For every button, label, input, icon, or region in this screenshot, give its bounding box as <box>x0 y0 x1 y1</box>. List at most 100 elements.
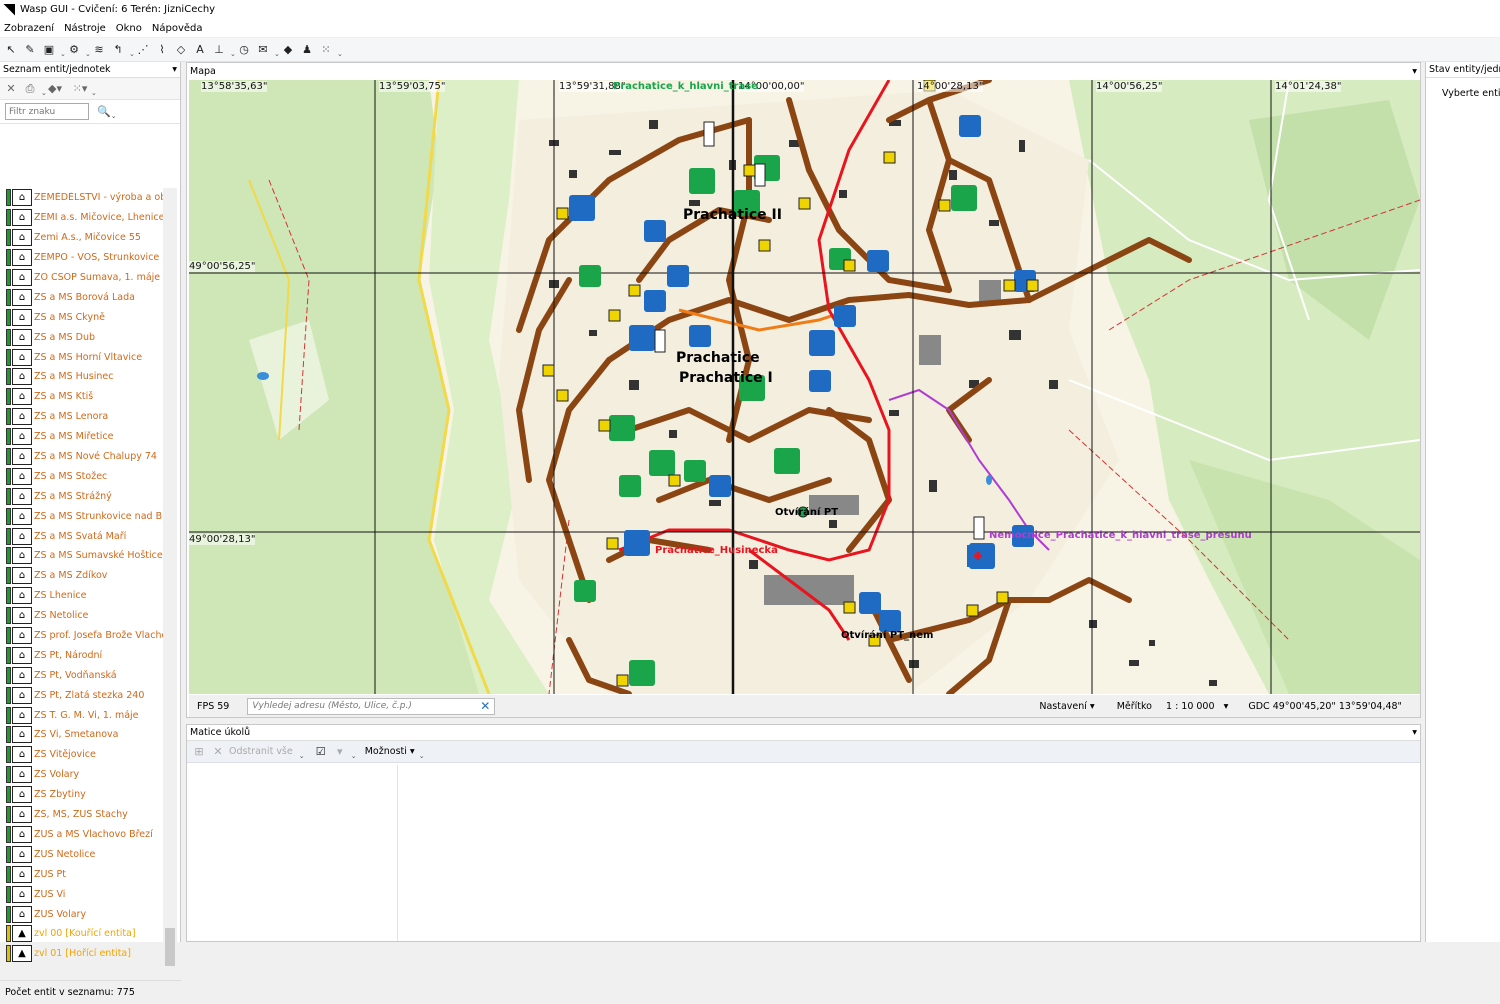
polyline-icon[interactable]: ⌇ <box>154 42 170 58</box>
scale-dropdown[interactable]: 1 : 10 000 ▾ <box>1166 701 1228 712</box>
menu-okno[interactable]: Okno <box>116 23 142 34</box>
entity-label: ZŠ a MŠ Borová Lada <box>34 291 135 303</box>
building-entity-icon: ⌂ <box>6 686 32 704</box>
entity-list-item[interactable]: ⌂ ZŠ a MŠ Horní Vltavice <box>0 347 163 367</box>
entity-list-item[interactable]: ⌂ ZŠ Pt, Vodňanská <box>0 665 163 685</box>
toolbar-overflow-icon[interactable]: ⌄ <box>337 42 343 58</box>
entity-list-item[interactable]: ⌂ ZŠ, MŠ, ZUŠ Stachy <box>0 805 163 825</box>
building-entity-icon: ⌂ <box>6 308 32 326</box>
toolbar-overflow-icon[interactable]: ⌄ <box>419 744 425 760</box>
entity-list-item[interactable]: ⌂ ZO ČSOP Šumava, 1. máje 3 <box>0 268 163 288</box>
message-icon[interactable]: ✉ <box>255 42 271 58</box>
building-entity-icon: ⌂ <box>6 905 32 923</box>
entity-list-item[interactable]: ▲ zvl 00 [Kouřící entita] <box>0 924 163 944</box>
waypoint-icon[interactable]: ◆ <box>280 42 296 58</box>
entity-list-item[interactable]: ⌂ ZUŠ Volary <box>0 904 163 924</box>
entity-list-item[interactable]: ▲ zvl 01 [Hořící entita] <box>0 944 163 964</box>
building-entity-icon: ⌂ <box>6 527 32 545</box>
entity-list-item[interactable]: ⌂ ZŠ a MŠ Lenora <box>0 407 163 427</box>
entity-list-item[interactable]: ⌂ ZŠ a MŠ Strážný <box>0 486 163 506</box>
measure-icon[interactable]: ⊥ <box>211 42 227 58</box>
entity-list-item[interactable]: ⌂ ZEMPO - VOS, Strunkovice n <box>0 248 163 268</box>
entity-list-item[interactable]: ⌂ ZŠ a MŠ Svatá Maří <box>0 526 163 546</box>
edit-tool-icon[interactable]: ✎ <box>22 42 38 58</box>
close-icon[interactable]: ✕ <box>210 744 226 760</box>
entity-list-item[interactable]: ⌂ ZŠ Pt, Národní <box>0 645 163 665</box>
entity-label: ZŠ Pt, Zlatá stezka 240 <box>34 689 145 701</box>
entity-list: ⌂ZEMĚDĚLSTVÍ - výroba a obchod⌂ZEMI a.s.… <box>0 188 163 968</box>
select-tool-icon[interactable]: ↖ <box>3 42 19 58</box>
entity-list-item[interactable]: ⌂ ZŠ Vi, Smetanova <box>0 725 163 745</box>
entity-list-item[interactable]: ⌂ZEMĚDĚLSTVÍ - výroba a obchod <box>0 188 163 208</box>
entity-list-item[interactable]: ⌂ ZŠ a MŠ Ktiš <box>0 387 163 407</box>
polygon-icon[interactable]: ◇ <box>173 42 189 58</box>
entity-list-item[interactable]: ⌂ ZŠ Netolice <box>0 606 163 626</box>
entity-list-item[interactable]: ⌂ ZEMI a.s. Mičovice, Lhenice <box>0 208 163 228</box>
settings-dropdown[interactable]: Nastavení ▾ <box>1039 701 1094 712</box>
entity-label: ZŠ Pt, Národní <box>34 649 103 661</box>
entity-label: ZUŠ Volary <box>34 908 87 920</box>
entity-label: ZŠ Zbytiny <box>34 789 86 801</box>
settings-gear-icon[interactable]: ⚙ <box>66 42 82 58</box>
entity-list-item[interactable]: ⌂ ZŠ a MŠ Miřetice <box>0 427 163 447</box>
chevron-down-icon[interactable]: ▾ <box>1412 727 1417 738</box>
entity-list-item[interactable]: ⌂ ZUŠ Vi <box>0 884 163 904</box>
map-canvas[interactable]: 13°58'35,63" 13°59'03,75" 13°59'31,88" 1… <box>189 80 1420 694</box>
entity-list-item[interactable]: ⌂ ZŠ Zbytiny <box>0 785 163 805</box>
layers-icon[interactable]: ≋ <box>91 42 107 58</box>
text-tool-icon[interactable]: A <box>192 42 208 58</box>
menu-zobrazeni[interactable]: Zobrazení <box>4 23 54 34</box>
entity-list-item[interactable]: ⌂ ZŠ a MŠ Dub <box>0 327 163 347</box>
entity-list-scrollbar[interactable] <box>163 188 177 980</box>
add-task-icon[interactable]: ⊞ <box>191 744 207 760</box>
remove-all-button[interactable]: Odstranit vše <box>229 746 293 757</box>
entity-list-item[interactable]: ⌂ ZUŠ a MŠ Vlachovo Březí <box>0 825 163 845</box>
toolbar-overflow-icon[interactable]: ⌄ <box>299 744 305 760</box>
entity-list-item[interactable]: ⌂ ZŠ T. G. M. Vi, 1. máje <box>0 705 163 725</box>
entity-list-item[interactable]: ⌂ ZŠ Volary <box>0 765 163 785</box>
entity-list-item[interactable]: ⌂ ZŠ a MŠ Strunkovice nad Bla <box>0 506 163 526</box>
entity-list-item[interactable]: ⌂ ZŠ a MŠ Borová Lada <box>0 287 163 307</box>
print-icon[interactable]: ⎙ <box>22 81 38 97</box>
chevron-down-icon[interactable]: ▾ <box>1412 66 1417 77</box>
entity-list-item[interactable]: ⌂ ZUŠ Netolice <box>0 844 163 864</box>
building-entity-icon: ⌂ <box>6 865 32 883</box>
marker-dropdown-icon[interactable]: ◆▾ <box>47 81 63 97</box>
address-search-input[interactable]: Vyhledej adresu (Město, Ulice, č.p.) ✕ <box>247 697 496 715</box>
group-dropdown-icon[interactable]: ⁙▾ <box>72 81 88 97</box>
options-dropdown[interactable]: Možnosti ▾ <box>365 746 415 757</box>
delete-icon[interactable]: ✕ <box>3 81 19 97</box>
entity-list-item[interactable]: ⌂ ZŠ Lhenice <box>0 586 163 606</box>
entity-list-item[interactable]: ⌂ ZŠ a MŠ Zdíkov <box>0 566 163 586</box>
chevron-down-icon[interactable]: ▾ <box>172 64 177 75</box>
menu-napoveda[interactable]: Nápověda <box>152 23 203 34</box>
entity-list-item[interactable]: ⌂ ZUŠ Pt <box>0 864 163 884</box>
search-icon[interactable]: 🔍 <box>97 105 111 118</box>
checklist-icon[interactable]: ☑ <box>313 744 329 760</box>
entity-list-item[interactable]: ⌂ ZŠ a MŠ Stožec <box>0 466 163 486</box>
toolbar-overflow-icon[interactable]: ⌄ <box>111 104 117 120</box>
entity-list-item[interactable]: ⌂ ZŠ a MŠ Čkyně <box>0 307 163 327</box>
scrollbar-thumb[interactable] <box>165 928 175 966</box>
entity-label: ZŠ a MŠ Strážný <box>34 490 112 502</box>
toolbar-overflow-icon[interactable]: ⌄ <box>91 81 97 97</box>
route-icon[interactable]: ↰ <box>110 42 126 58</box>
scatter-icon[interactable]: ⁙ <box>318 42 334 58</box>
entity-list-item[interactable]: ⌂ ZŠ a MŠ Nové Chalupy 74 <box>0 447 163 467</box>
entity-list-item[interactable]: ⌂ ZŠ Vitějovice <box>0 745 163 765</box>
layer-tool-icon[interactable]: ▣ <box>41 42 57 58</box>
clock-icon[interactable]: ◷ <box>236 42 252 58</box>
entity-list-item[interactable]: ⌂ ZŠ a MŠ Husinec <box>0 367 163 387</box>
chevron-down-icon[interactable]: ▾ <box>332 744 348 760</box>
entity-list-header: Seznam entit/jednotek ▾ <box>0 62 180 78</box>
entity-list-item[interactable]: ⌂ Zemi A.s., Mičovice 55 <box>0 228 163 248</box>
clear-icon[interactable]: ✕ <box>480 699 490 713</box>
point-icon[interactable]: ⋰ <box>135 42 151 58</box>
entity-list-item[interactable]: ⌂ ZŠ Pt, Zlatá stezka 240 <box>0 685 163 705</box>
entity-list-item[interactable]: ⌂ ZŠ a MŠ Šumavské Hoštice <box>0 546 163 566</box>
unit-icon[interactable]: ♟ <box>299 42 315 58</box>
filter-input[interactable] <box>5 103 89 120</box>
toolbar-overflow-icon[interactable]: ⌄ <box>351 744 357 760</box>
menu-nastroje[interactable]: Nástroje <box>64 23 106 34</box>
entity-list-item[interactable]: ⌂ ZŠ prof. Josefa Brože Vlacho <box>0 626 163 646</box>
